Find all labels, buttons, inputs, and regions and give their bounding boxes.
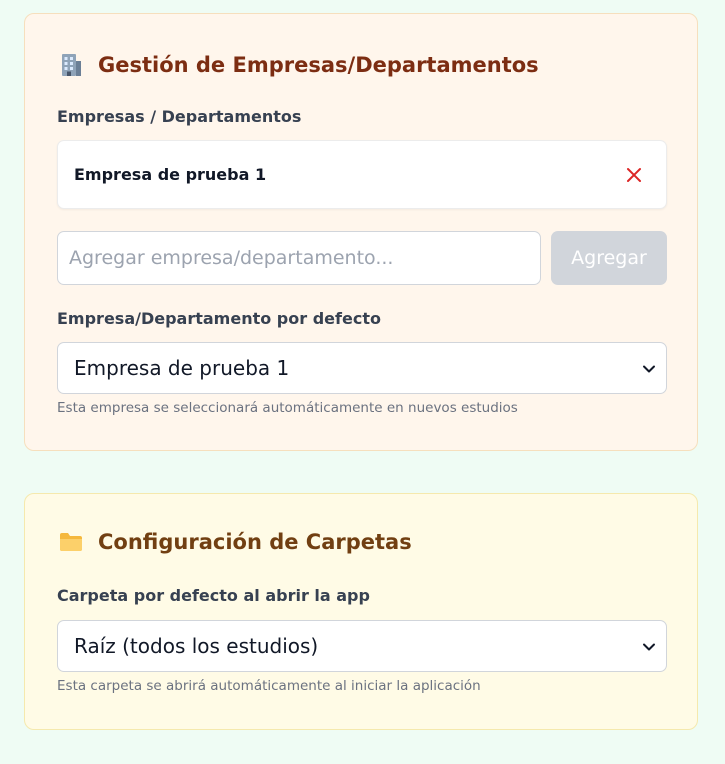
list-item-label: Empresa de prueba 1 xyxy=(74,165,267,184)
default-carpeta-help: Esta carpeta se abrirá automáticamente a… xyxy=(57,678,481,694)
default-carpeta-select[interactable]: Raíz (todos los estudios) xyxy=(57,620,667,672)
chevron-down-icon xyxy=(643,643,655,651)
close-icon[interactable] xyxy=(624,165,644,185)
new-empresa-input[interactable] xyxy=(57,231,541,285)
chevron-down-icon xyxy=(643,365,655,373)
list-item: Empresa de prueba 1 xyxy=(57,140,667,209)
empresas-title-text: Gestión de Empresas/Departamentos xyxy=(98,53,539,77)
empresas-section: Gestión de Empresas/Departamentos Empres… xyxy=(24,13,698,451)
default-empresa-label: Empresa/Departamento por defecto xyxy=(57,309,381,328)
default-empresa-select[interactable]: Empresa de prueba 1 xyxy=(57,342,667,394)
folder-icon xyxy=(60,533,82,551)
carpetas-section-title: Configuración de Carpetas xyxy=(58,529,412,555)
add-empresa-button[interactable]: Agregar xyxy=(551,231,667,285)
carpetas-title-text: Configuración de Carpetas xyxy=(98,530,412,554)
default-carpeta-label: Carpeta por defecto al abrir la app xyxy=(57,586,370,605)
office-building-icon xyxy=(62,54,81,76)
empresas-list-label: Empresas / Departamentos xyxy=(57,107,302,126)
default-carpeta-selected: Raíz (todos los estudios) xyxy=(74,634,319,658)
default-empresa-selected: Empresa de prueba 1 xyxy=(74,356,290,380)
carpetas-section: Configuración de Carpetas Carpeta por de… xyxy=(24,493,698,730)
empresas-section-title: Gestión de Empresas/Departamentos xyxy=(58,52,539,78)
default-empresa-help: Esta empresa se seleccionará automáticam… xyxy=(57,400,518,416)
